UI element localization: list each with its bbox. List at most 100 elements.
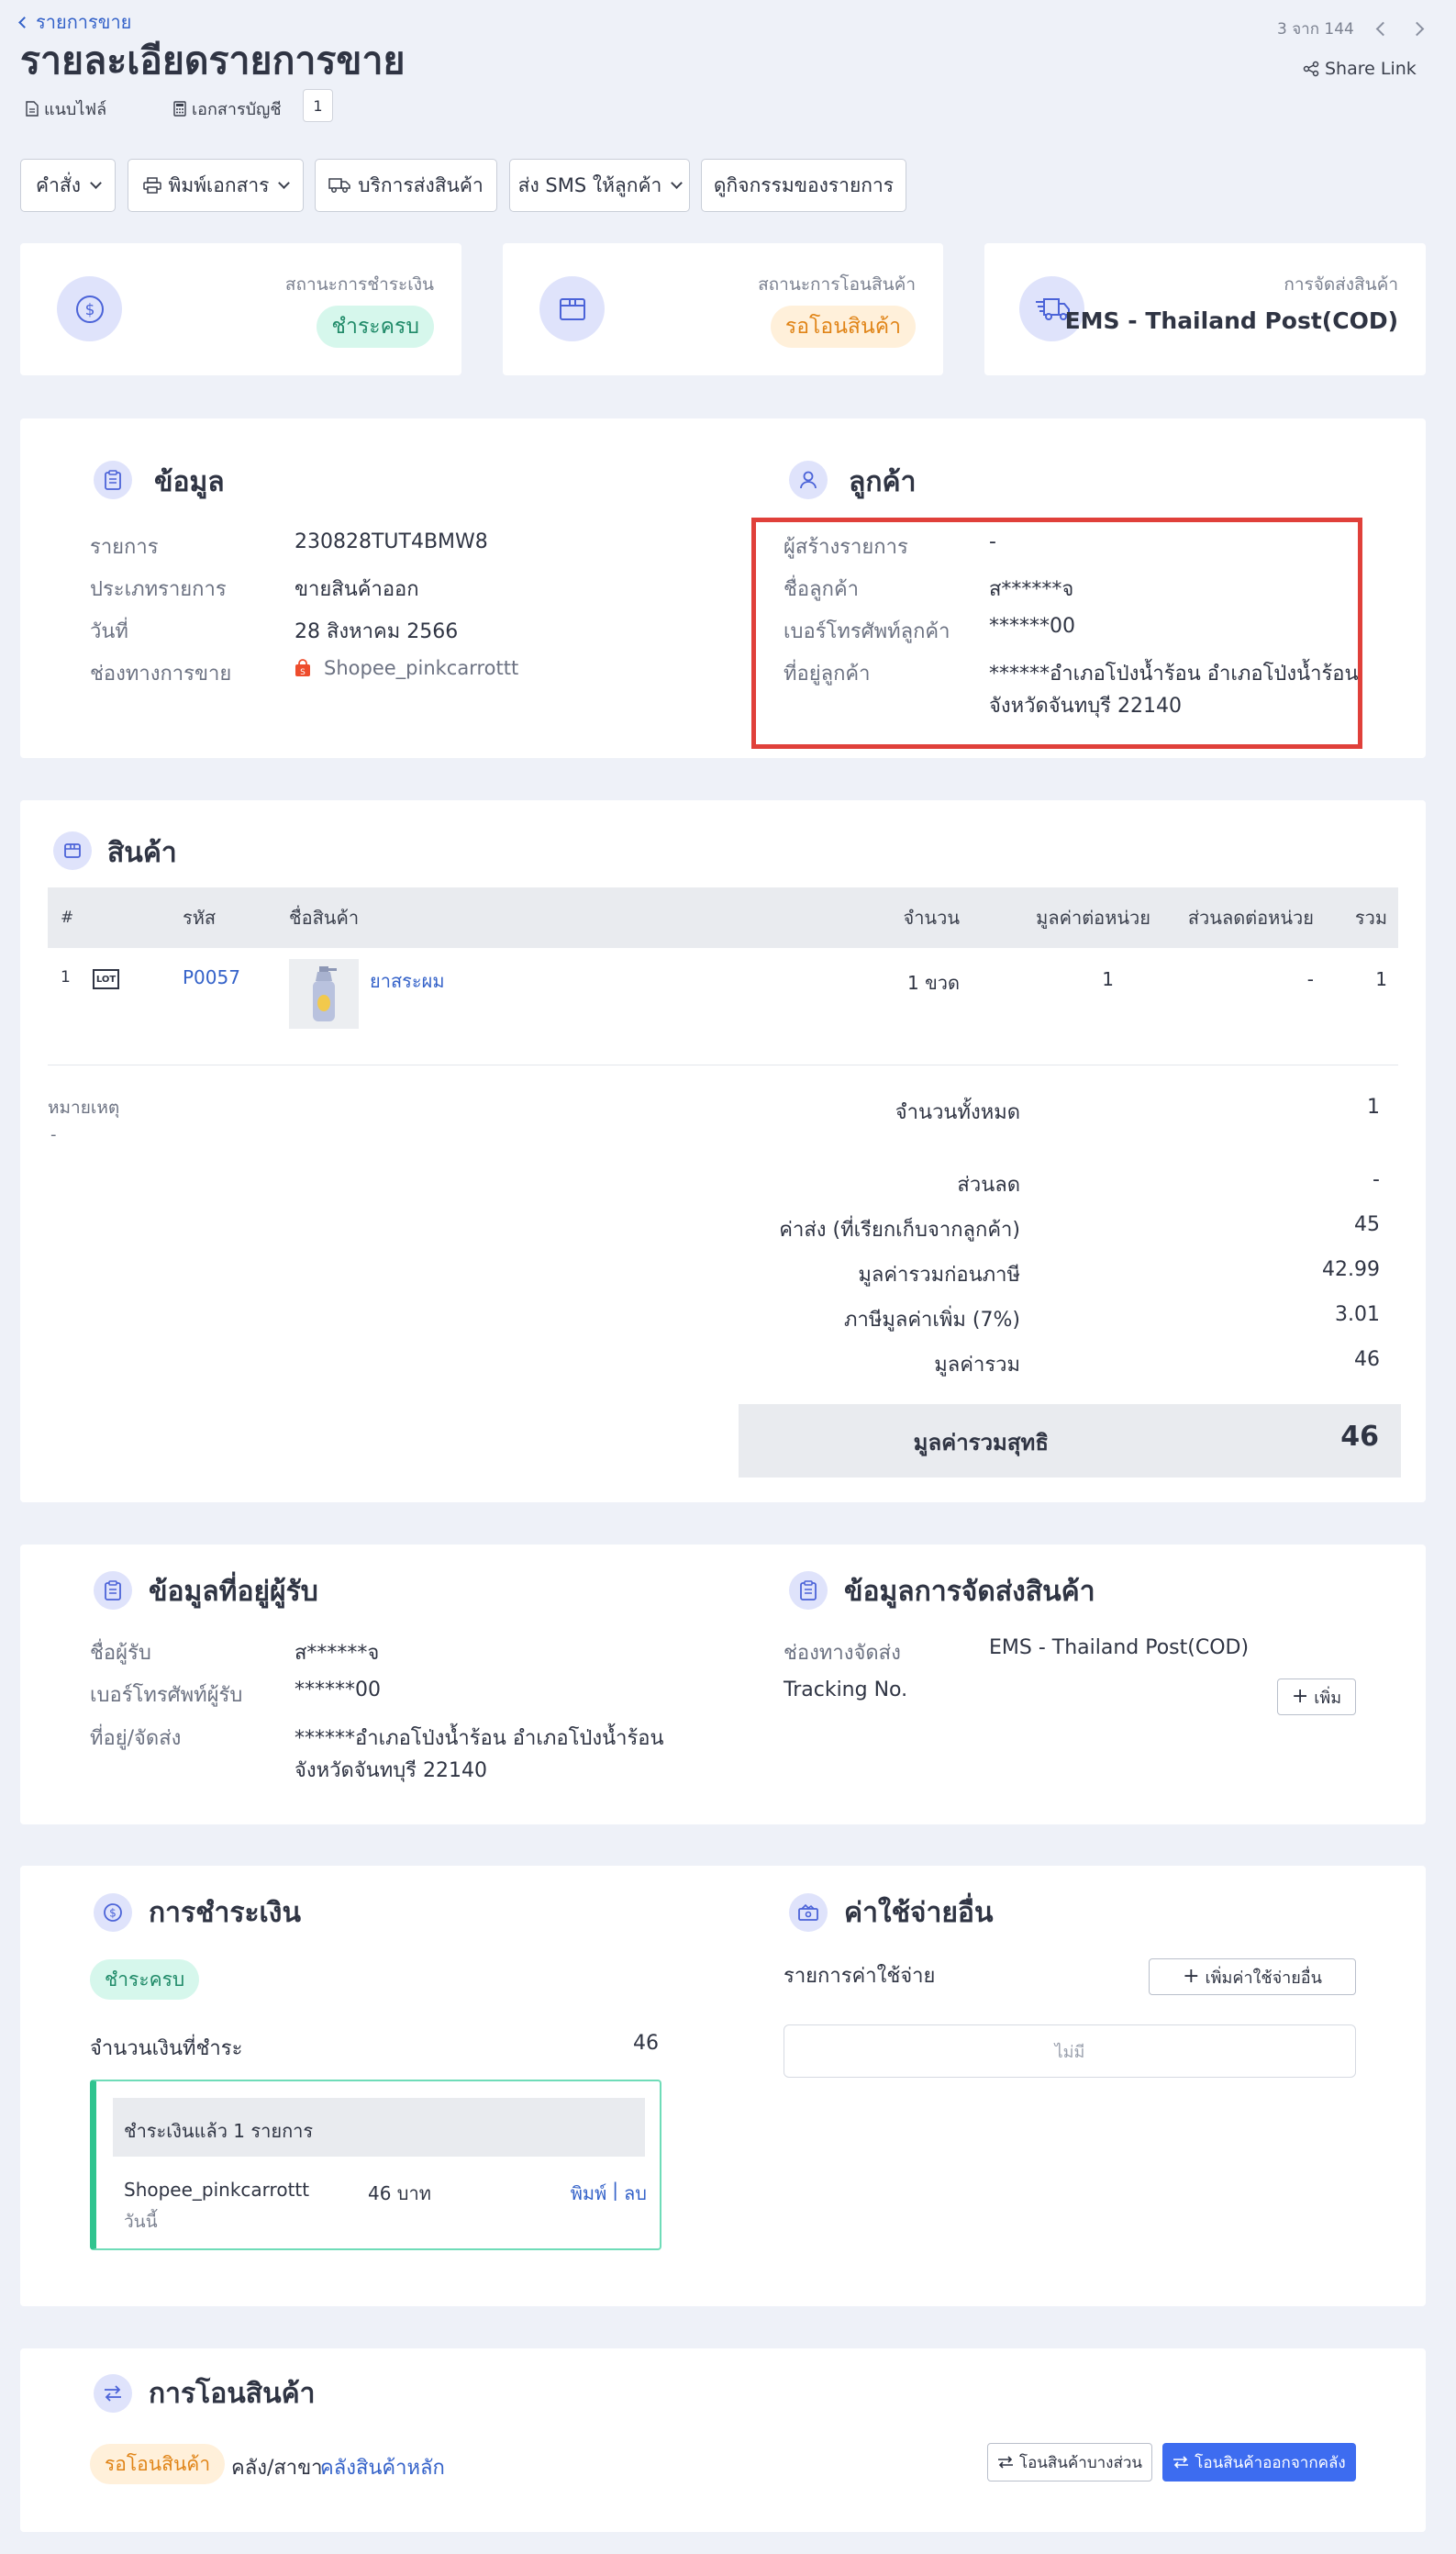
info-label: ช่องทางการขาย [90, 663, 232, 686]
partial-transfer-label: โอนสินค้าบางส่วน [1018, 2453, 1143, 2472]
add-tracking-button[interactable]: + เพิ่ม [1277, 1679, 1356, 1715]
transfer-arrows-icon [94, 2374, 132, 2413]
partial-transfer-button[interactable]: โอนสินค้าบางส่วน [987, 2443, 1152, 2482]
view-activity-button[interactable]: ดูกิจกรรมของรายการ [701, 159, 906, 212]
coin-icon: $ [94, 1893, 132, 1932]
warehouse-link[interactable]: คลังสินค้าหลัก [320, 2451, 445, 2483]
transfer-card: การโอนสินค้า รอโอนสินค้า คลัง/สาขา คลังส… [20, 2348, 1426, 2532]
creator-value: - [989, 530, 996, 553]
clipboard-icon [94, 1571, 132, 1610]
delete-payment-link[interactable]: ลบ [624, 2179, 647, 2208]
products-table-header: # รหัส ชื่อสินค้า จำนวน มูลค่าต่อหน่วย ส… [48, 887, 1398, 948]
info-label: ประเภทรายการ [90, 578, 227, 601]
swap-icon [1173, 2456, 1189, 2469]
customer-address-line2: จังหวัดจันทบุรี 22140 [989, 695, 1182, 718]
customer-name: ส******จ [989, 578, 1074, 601]
shopee-bag-icon: S [295, 659, 310, 677]
attach-file-link[interactable]: แนบไฟล์ [26, 95, 106, 122]
recipient-title: ข้อมูลที่อยู่ผู้รับ [149, 1576, 318, 1608]
share-link-button[interactable]: Share Link [1303, 59, 1417, 79]
recipient-phone: ******00 [295, 1679, 381, 1701]
transaction-date: 28 สิงหาคม 2566 [295, 620, 459, 643]
product-unit-price: 1 [1102, 968, 1114, 990]
doc-count-badge: 1 [303, 89, 333, 122]
summary-total-qty: 1 [1367, 1096, 1380, 1119]
product-name-link[interactable]: ยาสระผม [370, 966, 445, 996]
chevron-left-icon [18, 16, 30, 28]
payment-title: การชำระเงิน [149, 1897, 301, 1929]
chevron-down-icon [90, 176, 102, 189]
note-value: - [50, 1125, 57, 1144]
svg-text:S: S [300, 668, 306, 677]
send-sms-button[interactable]: ส่ง SMS ให้ลูกค้า [509, 159, 690, 212]
expense-empty-text: ไม่มี [1054, 2042, 1085, 2062]
net-total-label: มูลค่ารวมสุทธิ [913, 1430, 1049, 1455]
payment-status-badge: ชำระครบ [317, 306, 434, 348]
recipient-label: ชื่อผู้รับ [90, 1642, 151, 1665]
next-icon[interactable] [1409, 21, 1425, 37]
accounting-docs-link[interactable]: เอกสารบัญชี [173, 95, 282, 122]
shipping-service-button[interactable]: บริการส่งสินค้า [315, 159, 497, 212]
summary-label: จำนวนทั้งหมด [895, 1101, 1020, 1124]
row-no: 1 [61, 968, 71, 987]
summary-label: มูลค่ารวม [934, 1354, 1020, 1377]
col-total: รวม [1354, 907, 1387, 929]
payment-status-badge: ชำระครบ [90, 1959, 200, 2000]
chevron-down-icon [278, 176, 291, 189]
transfer-out-button[interactable]: โอนสินค้าออกจากคลัง [1162, 2443, 1356, 2482]
product-code-link[interactable]: P0057 [183, 966, 240, 988]
payment-entry-actions: พิมพ์ | ลบ [571, 2179, 647, 2208]
print-documents-button[interactable]: พิมพ์เอกสาร [128, 159, 304, 212]
accounting-docs-label: เอกสารบัญชี [192, 100, 282, 119]
expenses-title: ค่าใช้จ่ายอื่น [844, 1897, 994, 1929]
summary-discount: - [1373, 1168, 1380, 1191]
col-discount: ส่วนลดต่อหน่วย [1187, 907, 1314, 929]
share-link-label: Share Link [1325, 59, 1417, 79]
expense-empty-box: ไม่มี [784, 2024, 1356, 2078]
lot-badge: LOT [93, 969, 119, 989]
shipping-info-title: ข้อมูลการจัดส่งสินค้า [844, 1576, 1095, 1608]
transfer-out-label: โอนสินค้าออกจากคลัง [1195, 2453, 1346, 2472]
summary-shipping-fee: 45 [1354, 1213, 1380, 1236]
printer-icon [142, 177, 161, 194]
summary-vat: 3.01 [1335, 1303, 1380, 1326]
calculator-icon [173, 101, 186, 117]
shipping-status-label: การจัดส่งสินค้า [1284, 274, 1398, 295]
add-expense-button[interactable]: + เพิ่มค่าใช้จ่ายอื่น [1149, 1958, 1356, 1995]
prev-icon[interactable] [1375, 21, 1391, 37]
net-total-value: 46 [1340, 1421, 1379, 1453]
truck-icon [328, 178, 350, 193]
plus-icon: + [1183, 1965, 1200, 1988]
expense-list-label: รายการค่าใช้จ่าย [784, 1965, 936, 1988]
recipient-label: ที่อยู่/จัดส่ง [90, 1727, 182, 1750]
print-receipt-link[interactable]: พิมพ์ [571, 2179, 607, 2208]
box-icon [539, 276, 605, 341]
svg-text:$: $ [109, 1907, 117, 1920]
sales-channel: S Shopee_pinkcarrottt [295, 657, 518, 679]
recipient-shipping-card: ข้อมูลที่อยู่ผู้รับ ชื่อผู้รับ ส******จ … [20, 1545, 1426, 1824]
svg-text:$: $ [84, 301, 94, 319]
customer-label: เบอร์โทรศัพท์ลูกค้า [784, 620, 950, 643]
recipient-name: ส******จ [295, 1642, 380, 1665]
warehouse-label: คลัง/สาขา [231, 2457, 323, 2480]
customer-label: ที่อยู่ลูกค้า [784, 663, 871, 686]
command-button[interactable]: คำสั่ง [20, 159, 116, 212]
product-thumbnail [289, 959, 359, 1029]
share-icon [1303, 61, 1319, 77]
summary-label: ค่าส่ง (ที่เรียกเก็บจากลูกค้า) [779, 1219, 1020, 1242]
transaction-type: ขายสินค้าออก [295, 578, 419, 601]
sms-label: ส่ง SMS ให้ลูกค้า [517, 173, 662, 196]
shipping-status-value: EMS - Thailand Post(COD) [1064, 307, 1398, 334]
note-label: หมายเหตุ [48, 1098, 120, 1118]
summary-label: มูลค่ารวมก่อนภาษี [858, 1264, 1020, 1287]
transfer-status-label: สถานะการโอนสินค้า [758, 274, 916, 295]
products-card: สินค้า # รหัส ชื่อสินค้า จำนวน มูลค่าต่อ… [20, 800, 1426, 1502]
table-row: 1 LOT P0057 ยาสระผม 1 ขวด 1 - 1 [48, 950, 1398, 1060]
col-name: ชื่อสินค้า [289, 907, 360, 929]
col-unit-price: มูลค่าต่อหน่วย [1036, 907, 1150, 929]
payment-status-card: $ สถานะการชำระเงิน ชำระครบ [20, 243, 461, 375]
summary-total: 46 [1354, 1348, 1380, 1371]
summary-label: ภาษีมูลค่าเพิ่ม (7%) [844, 1309, 1020, 1332]
col-no: # [61, 909, 74, 927]
info-title: ข้อมูล [154, 466, 225, 498]
